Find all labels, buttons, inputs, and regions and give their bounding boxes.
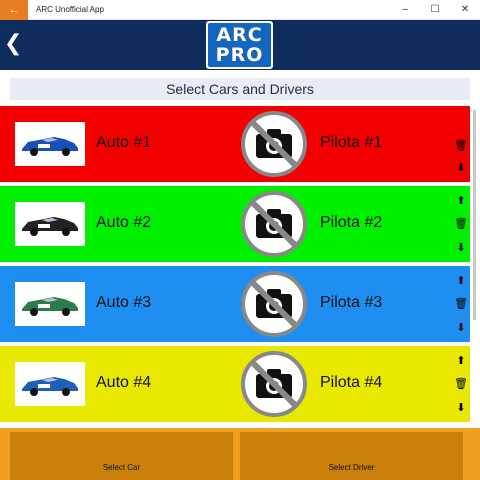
minimize-icon: – <box>402 4 408 15</box>
maximize-button[interactable]: ☐ <box>420 0 450 20</box>
race-car-icon <box>22 137 78 156</box>
no-camera-icon <box>241 191 307 257</box>
trash-icon[interactable]: 🗑 <box>454 377 468 390</box>
back-icon: ← <box>8 3 20 16</box>
app-header: ❮ ARC PRO <box>0 20 480 70</box>
pilot-label: Pilota #1 <box>320 134 383 151</box>
page-subtitle: Select Cars and Drivers <box>10 78 470 100</box>
close-button[interactable]: ✕ <box>450 0 480 20</box>
move-up-icon[interactable]: ⬆ <box>455 194 467 207</box>
no-camera-icon <box>241 351 307 417</box>
move-down-icon[interactable]: ⬇ <box>455 401 467 414</box>
footer-bar: Select Car Select Driver <box>0 428 480 480</box>
car-label: Auto #1 <box>96 134 152 151</box>
race-car-icon <box>22 217 78 236</box>
trash-icon[interactable]: 🗑 <box>454 217 468 230</box>
car-label: Auto #2 <box>96 214 152 231</box>
logo-text-bottom: PRO <box>215 44 264 66</box>
logo-text-top: ARC <box>216 24 263 46</box>
trash-icon[interactable]: 🗑 <box>454 139 468 152</box>
pilot-label: Pilota #4 <box>320 374 383 391</box>
car-thumbnail[interactable] <box>15 202 85 246</box>
close-icon: ✕ <box>460 4 470 15</box>
car-driver-row: Auto #1 Pilota #1 🗑 ⬇ <box>0 106 470 182</box>
arc-pro-logo: ARC PRO <box>206 21 273 69</box>
driver-photo-button[interactable] <box>241 351 307 417</box>
pilot-label: Pilota #3 <box>320 294 383 311</box>
pilot-label: Pilota #2 <box>320 214 383 231</box>
row-controls: 🗑 ⬇ <box>452 106 470 182</box>
driver-photo-button[interactable] <box>241 271 307 337</box>
chevron-left-icon: ❮ <box>4 31 23 56</box>
car-thumbnail[interactable] <box>15 362 85 406</box>
car-driver-row: Auto #2 Pilota #2 ⬆ 🗑 ⬇ <box>0 186 470 262</box>
select-driver-button[interactable]: Select Driver <box>240 432 463 480</box>
window-back-button[interactable]: ← <box>0 0 28 20</box>
move-down-icon[interactable]: ⬇ <box>455 321 467 334</box>
back-button[interactable]: ❮ <box>4 32 22 56</box>
row-controls: ⬆ 🗑 ⬇ <box>452 346 470 422</box>
row-controls: ⬆ 🗑 ⬇ <box>452 266 470 342</box>
minimize-button[interactable]: – <box>390 0 420 20</box>
scrollbar[interactable] <box>473 110 476 320</box>
car-label: Auto #4 <box>96 374 152 391</box>
window-title: ARC Unofficial App <box>36 5 104 14</box>
move-down-icon[interactable]: ⬇ <box>455 241 467 254</box>
maximize-icon: ☐ <box>430 4 440 15</box>
car-driver-row: Auto #4 Pilota #4 ⬆ 🗑 ⬇ <box>0 346 470 422</box>
row-controls: ⬆ 🗑 ⬇ <box>452 186 470 262</box>
move-up-icon[interactable]: ⬆ <box>455 274 467 287</box>
no-camera-icon <box>241 111 307 177</box>
move-up-icon[interactable]: ⬆ <box>455 354 467 367</box>
driver-photo-button[interactable] <box>241 111 307 177</box>
car-thumbnail[interactable] <box>15 122 85 166</box>
race-car-icon <box>22 297 78 316</box>
car-label: Auto #3 <box>96 294 152 311</box>
window-titlebar: ← ARC Unofficial App – ☐ ✕ <box>0 0 480 20</box>
trash-icon[interactable]: 🗑 <box>454 297 468 310</box>
move-down-icon[interactable]: ⬇ <box>455 161 467 174</box>
race-car-icon <box>22 377 78 396</box>
no-camera-icon <box>241 271 307 337</box>
select-car-button[interactable]: Select Car <box>10 432 233 480</box>
car-driver-row: Auto #3 Pilota #3 ⬆ 🗑 ⬇ <box>0 266 470 342</box>
car-thumbnail[interactable] <box>15 282 85 326</box>
driver-photo-button[interactable] <box>241 191 307 257</box>
